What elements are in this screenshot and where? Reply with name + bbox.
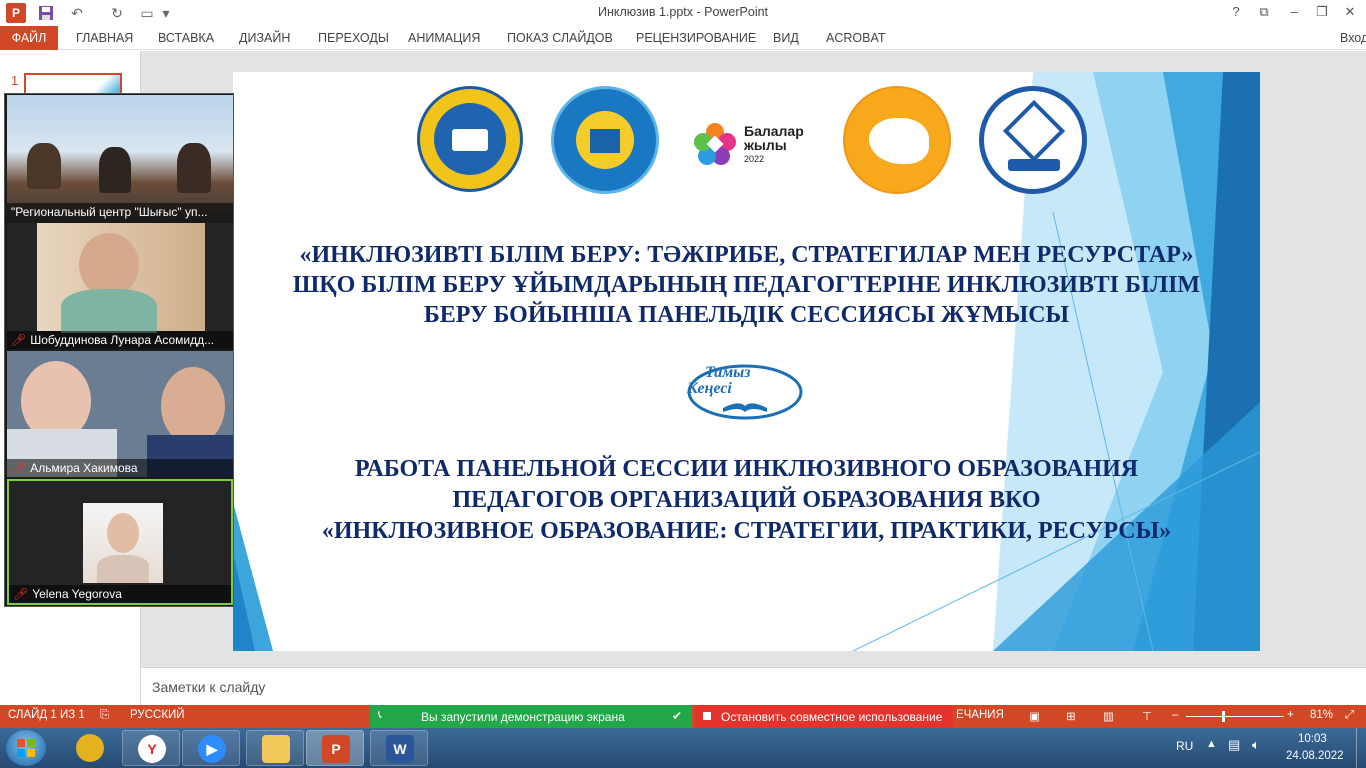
network-icon[interactable]: ▤ bbox=[1228, 737, 1240, 753]
ru-title-line-1: РАБОТА ПАНЕЛЬНОЙ СЕССИИ ИНКЛЮЗИВНОГО ОБР… bbox=[354, 456, 1139, 482]
ru-title-line-2: ПЕДАГОГОВ ОРГАНИЗАЦИЙ ОБРАЗОВАНИЯ ВКО bbox=[452, 487, 1041, 513]
participant-tile-4[interactable]: 🎤︎ Yelena Yegorova bbox=[7, 479, 233, 605]
tab-animations[interactable]: АНИМАЦИЯ bbox=[408, 26, 480, 50]
zoom-slider[interactable] bbox=[1186, 711, 1284, 722]
notes-pane[interactable]: Заметки к слайду bbox=[141, 667, 1366, 705]
child-development-institute-logo bbox=[843, 86, 951, 194]
shield-icon: ✔ bbox=[672, 709, 683, 723]
tab-transitions[interactable]: ПЕРЕХОДЫ bbox=[318, 26, 389, 50]
taskbar-powerpoint[interactable]: P bbox=[306, 730, 364, 766]
stop-share-label: Остановить совместное использование bbox=[721, 710, 943, 724]
muted-mic-icon: 🎤︎ bbox=[11, 333, 27, 347]
participant-tile-2[interactable]: 🎤︎ Шобуддинова Лунара Асомидд... bbox=[7, 223, 233, 349]
stop-icon bbox=[703, 712, 711, 720]
show-desktop-button[interactable] bbox=[1356, 728, 1366, 768]
balalar-flower-logo bbox=[691, 120, 739, 168]
ribbon-display-options-icon[interactable]: ⧉ bbox=[1250, 1, 1278, 23]
language-indicator[interactable]: РУССКИЙ bbox=[130, 709, 185, 721]
restore-button[interactable]: ❐ bbox=[1308, 1, 1336, 23]
title-bar: P ↶ ↻ ▭ ▾ Инклюзив 1.pptx - PowerPoint ?… bbox=[0, 0, 1366, 26]
participant-avatar bbox=[83, 503, 163, 583]
tab-insert[interactable]: ВСТАВКА bbox=[158, 26, 214, 50]
notes-toggle[interactable]: ЕЧАНИЯ bbox=[956, 709, 1004, 721]
participant-tile-3[interactable]: 🎤︎ Альмира Хакимова bbox=[7, 351, 233, 477]
balalar-year: 2022 bbox=[744, 154, 765, 164]
tamyz-line-2: Кеңесі bbox=[687, 380, 732, 397]
taskbar-explorer[interactable] bbox=[246, 730, 304, 766]
balalar-logo-text: Балалар жылы 2022 bbox=[744, 124, 804, 166]
muted-mic-icon: 🎤︎ bbox=[11, 461, 27, 475]
tab-home[interactable]: ГЛАВНАЯ bbox=[76, 26, 133, 50]
yandex-browser-icon: Y bbox=[138, 735, 166, 763]
tab-file[interactable]: ФАЙЛ bbox=[0, 26, 58, 50]
window-title: Инклюзив 1.pptx - PowerPoint bbox=[597, 5, 769, 19]
windows-taskbar: Y ▶ P W RU ▲ ▤ 🔈︎ 10:03 24.08.2022 bbox=[0, 728, 1366, 768]
ru-title-line-3: «ИНКЛЮЗИВНОЕ ОБРАЗОВАНИЕ: СТРАТЕГИИ, ПРА… bbox=[321, 518, 1172, 544]
folder-icon bbox=[262, 735, 290, 763]
thumbnail-number: 1 bbox=[11, 73, 19, 88]
muted-mic-icon: 🎤︎ bbox=[13, 587, 29, 601]
slide-canvas[interactable]: Балалар жылы 2022 «ИНКЛЮЗИВТІ БІЛІМ БЕРУ… bbox=[233, 72, 1260, 651]
zoom-video-panel[interactable]: "Региональный центр "Шығыс" уп... 🎤︎ Шобу… bbox=[4, 93, 234, 607]
help-button[interactable]: ? bbox=[1222, 1, 1250, 23]
powerpoint-icon: P bbox=[322, 735, 350, 763]
zoom-slider-thumb[interactable] bbox=[1222, 711, 1225, 722]
zoom-app-icon: ▶ bbox=[198, 735, 226, 763]
slide-show-icon[interactable]: ⊤ bbox=[1142, 709, 1152, 723]
kz-title-line-2: ШҚО БІЛІМ БЕРУ ҰЙЫМДАРЫНЫҢ ПЕДАГОГТЕРІНЕ… bbox=[292, 272, 1201, 298]
ru-title: РАБОТА ПАНЕЛЬНОЙ СЕССИИ ИНКЛЮЗИВНОГО ОБР… bbox=[233, 454, 1260, 547]
minimize-button[interactable]: – bbox=[1280, 1, 1308, 23]
volume-icon[interactable]: 🔈︎ bbox=[1252, 737, 1260, 753]
taskbar-zoom[interactable]: ▶ bbox=[182, 730, 240, 766]
taskbar-word[interactable]: W bbox=[370, 730, 428, 766]
participant-tile-1[interactable]: "Региональный центр "Шығыс" уп... bbox=[7, 95, 233, 221]
stop-share-button[interactable]: Остановить совместное использование bbox=[695, 705, 953, 728]
vko-education-department-logo bbox=[551, 86, 659, 194]
tab-view[interactable]: ВИД bbox=[773, 26, 799, 50]
windows-logo-icon bbox=[17, 739, 35, 757]
tab-slide-show[interactable]: ПОКАЗ СЛАЙДОВ bbox=[507, 26, 613, 50]
spell-check-icon[interactable]: ⎘ bbox=[100, 709, 109, 722]
participant-name-1: "Региональный центр "Шығыс" уп... bbox=[7, 203, 233, 221]
kz-title-line-3: БЕРУ БОЙЫНША ПАНЕЛЬДІК СЕССИЯСЫ ЖҰМЫСЫ bbox=[423, 302, 1070, 328]
shygys-center-logo bbox=[979, 86, 1087, 194]
taskbar-yandex[interactable]: Y bbox=[122, 730, 180, 766]
balalar-line-2: жылы bbox=[744, 137, 787, 153]
ribbon-tabs: ФАЙЛ ГЛАВНАЯ ВСТАВКА ДИЗАЙН ПЕРЕХОДЫ АНИ… bbox=[0, 26, 1366, 50]
word-icon: W bbox=[386, 735, 414, 763]
participant-name-2: 🎤︎ Шобуддинова Лунара Асомидд... bbox=[7, 331, 233, 349]
slide-sorter-icon[interactable]: ⊞ bbox=[1066, 709, 1076, 723]
input-language[interactable]: RU bbox=[1176, 739, 1193, 753]
notes-placeholder: Заметки к слайду bbox=[152, 679, 266, 695]
kz-title: «ИНКЛЮЗИВТІ БІЛІМ БЕРУ: ТӘЖІРИБЕ, СТРАТЕ… bbox=[233, 240, 1260, 330]
sign-in-link[interactable]: Вход bbox=[1340, 26, 1366, 50]
balalar-line-1: Балалар bbox=[744, 123, 804, 139]
fit-to-window-icon[interactable]: ⤢ bbox=[1345, 709, 1354, 722]
clock-date[interactable]: 24.08.2022 bbox=[1286, 750, 1344, 762]
slide-counter[interactable]: СЛАЙД 1 ИЗ 1 bbox=[8, 709, 85, 721]
zoom-level[interactable]: 81% bbox=[1310, 709, 1333, 721]
pinned-app-icon[interactable] bbox=[76, 734, 104, 762]
tab-design[interactable]: ДИЗАЙН bbox=[239, 26, 290, 50]
participant-name-4: 🎤︎ Yelena Yegorova bbox=[9, 585, 231, 603]
clock-time[interactable]: 10:03 bbox=[1298, 733, 1327, 745]
tab-acrobat[interactable]: ACROBAT bbox=[826, 26, 886, 50]
zoom-in-button[interactable]: + bbox=[1287, 709, 1294, 721]
phone-icon: 📞︎ bbox=[378, 709, 382, 721]
ministry-education-seal-logo bbox=[417, 86, 523, 192]
reading-view-icon[interactable]: ▥ bbox=[1103, 709, 1114, 723]
normal-view-icon[interactable]: ▣ bbox=[1029, 709, 1040, 723]
zoom-out-button[interactable]: – bbox=[1172, 709, 1178, 721]
zoom-share-banner[interactable]: 📞︎ Вы запустили демонстрацию экрана ✔ bbox=[370, 705, 692, 728]
tray-expand-icon[interactable]: ▲ bbox=[1206, 738, 1217, 750]
share-status-text: Вы запустили демонстрацию экрана bbox=[421, 710, 625, 724]
close-button[interactable]: ✕ bbox=[1336, 1, 1364, 23]
kz-title-line-1: «ИНКЛЮЗИВТІ БІЛІМ БЕРУ: ТӘЖІРИБЕ, СТРАТЕ… bbox=[299, 242, 1194, 268]
tab-review[interactable]: РЕЦЕНЗИРОВАНИЕ bbox=[636, 26, 756, 50]
participant-name-3: 🎤︎ Альмира Хакимова bbox=[7, 459, 233, 477]
tamyz-kenesi-logo: Тамыз Кеңесі bbox=[683, 360, 803, 422]
start-button[interactable] bbox=[6, 730, 46, 766]
